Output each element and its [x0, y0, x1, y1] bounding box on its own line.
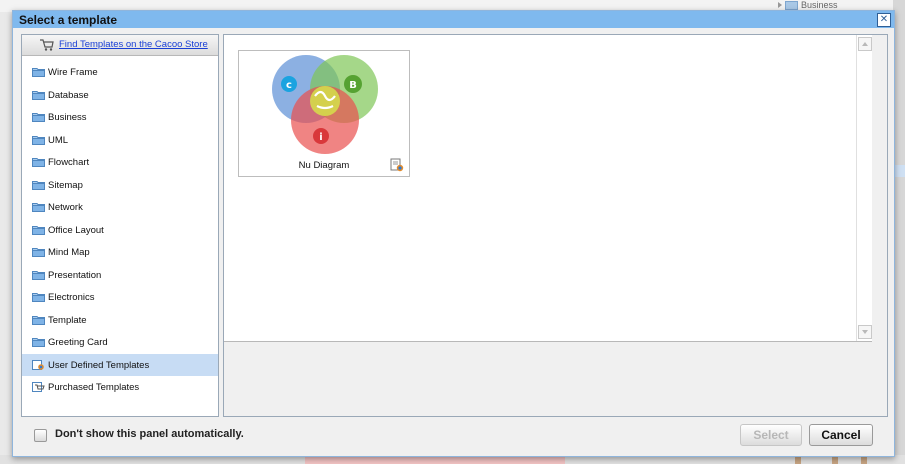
- background-tree-item: Business: [772, 0, 905, 11]
- folder-icon: [32, 135, 45, 145]
- folder-icon: [32, 315, 45, 325]
- folder-icon: [32, 68, 45, 77]
- category-item-mind-map[interactable]: Mind Map: [22, 241, 218, 263]
- category-label: Business: [48, 112, 87, 123]
- category-item-business[interactable]: Business: [22, 106, 218, 128]
- category-item-greeting-card[interactable]: Greeting Card: [22, 331, 218, 353]
- category-item-user-defined-templates[interactable]: User Defined Templates: [22, 353, 218, 376]
- dont-show-checkbox[interactable]: [34, 429, 47, 442]
- venn-diagram-thumbnail: c B i: [272, 55, 378, 154]
- category-label: Electronics: [48, 292, 95, 303]
- dialog-titlebar: Select a template ✕: [13, 11, 894, 28]
- folder-icon: [32, 248, 45, 257]
- folder-icon: [32, 293, 45, 302]
- select-template-dialog: Select a template ✕ Find Templates on th…: [12, 10, 895, 457]
- category-label: Purchased Templates: [48, 382, 140, 393]
- cancel-button[interactable]: Cancel: [809, 424, 873, 446]
- store-link-bar: Find Templates on the Cacoo Store: [22, 35, 218, 56]
- category-label: Flowchart: [48, 157, 90, 168]
- category-label: Greeting Card: [48, 337, 108, 348]
- gallery-scrollbar[interactable]: [856, 35, 872, 341]
- category-item-office-layout[interactable]: Office Layout: [22, 219, 218, 241]
- scroll-down-button[interactable]: [858, 325, 872, 339]
- category-item-presentation[interactable]: Presentation: [22, 264, 218, 286]
- category-item-network[interactable]: Network: [22, 196, 218, 218]
- scroll-up-button[interactable]: [858, 37, 872, 51]
- find-templates-store-link[interactable]: Find Templates on the Cacoo Store: [59, 39, 208, 50]
- category-item-database[interactable]: Database: [22, 84, 218, 106]
- category-item-uml[interactable]: UML: [22, 129, 218, 151]
- category-label: UML: [48, 134, 69, 146]
- dialog-title: Select a template: [19, 13, 118, 27]
- svg-text:c: c: [286, 80, 292, 91]
- template-panel: c B i Nu Diagram: [223, 34, 888, 417]
- folder-icon: [32, 225, 45, 235]
- category-item-template[interactable]: Template: [22, 309, 218, 331]
- category-item-electronics[interactable]: Electronics: [22, 286, 218, 308]
- category-label: Template: [48, 314, 87, 326]
- template-gallery: c B i Nu Diagram: [224, 35, 872, 342]
- category-item-flowchart[interactable]: Flowchart: [22, 151, 218, 173]
- svg-text:i: i: [319, 132, 322, 143]
- category-item-sitemap[interactable]: Sitemap: [22, 174, 218, 196]
- category-label: Presentation: [48, 269, 102, 281]
- expand-arrow-icon: [778, 2, 782, 8]
- category-label: Sitemap: [48, 179, 83, 191]
- svg-text:B: B: [349, 80, 357, 91]
- select-button[interactable]: Select: [740, 424, 802, 446]
- folder-icon: [785, 1, 798, 11]
- folder-icon: [32, 270, 45, 280]
- folder-icon: [32, 180, 45, 190]
- category-label: Network: [48, 202, 83, 213]
- folder-icon: [32, 113, 45, 122]
- user-defined-badge-icon: [390, 158, 404, 172]
- arrow-down-icon: [862, 330, 868, 334]
- user-template-icon: [32, 359, 44, 370]
- category-label: Office Layout: [48, 224, 104, 236]
- folder-icon: [32, 90, 45, 100]
- category-label: Mind Map: [48, 247, 90, 258]
- template-card[interactable]: c B i Nu Diagram: [238, 50, 410, 177]
- category-label: User Defined Templates: [48, 359, 150, 371]
- folder-icon: [32, 338, 45, 347]
- category-label: Database: [48, 89, 89, 101]
- category-item-purchased-templates[interactable]: Purchased Templates: [22, 376, 218, 398]
- category-label: Wire Frame: [48, 67, 98, 78]
- folder-icon: [32, 158, 45, 167]
- category-list: Find Templates on the Cacoo Store Wire F…: [21, 34, 219, 417]
- cart-icon: [40, 39, 54, 51]
- dont-show-label: Don't show this panel automatically.: [55, 428, 244, 440]
- close-icon[interactable]: ✕: [877, 13, 891, 27]
- arrow-up-icon: [862, 42, 868, 46]
- folder-icon: [32, 203, 45, 212]
- category-item-wire-frame[interactable]: Wire Frame: [22, 61, 218, 83]
- cart-icon: [32, 382, 45, 392]
- template-name: Nu Diagram: [298, 160, 350, 171]
